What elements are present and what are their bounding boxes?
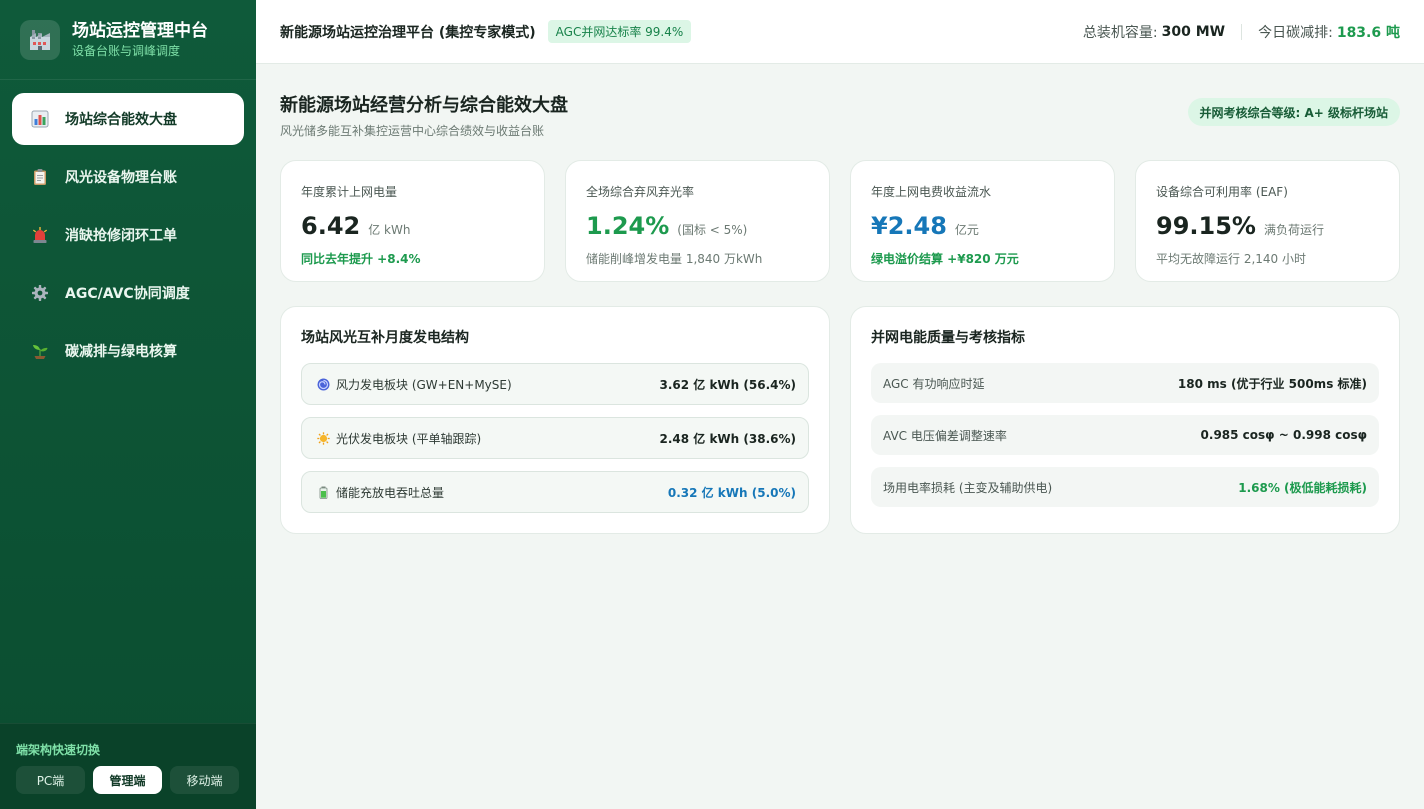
kpi-value: 99.15%: [1156, 212, 1256, 240]
kpi-footnote: 平均无故障运行 2,140 小时: [1156, 252, 1306, 266]
kpi-label: 年度累计上网电量: [301, 185, 398, 199]
seedling-icon: [30, 341, 50, 361]
sidebar-item-dashboard[interactable]: 场站综合能效大盘: [12, 93, 244, 145]
kpi-unit: 满负荷运行: [1263, 223, 1324, 237]
mix-value: 3.62 亿 kWh (56.4%): [659, 377, 796, 392]
sidebar: 场站运控管理中台 设备台账与调峰调度 场站综合能效大盘 风光设备物理台账 消缺抢…: [0, 0, 256, 809]
list-item: 储能充放电吞吐总量 0.32 亿 kWh (5.0%): [301, 471, 809, 513]
kpi-unit: 亿 kWh: [368, 223, 411, 237]
switcher-title: 端架构快速切换: [16, 743, 101, 757]
kpi-value: 6.42: [301, 212, 361, 240]
factory-icon: [20, 19, 60, 60]
wind-swirl-icon: [316, 377, 330, 391]
switch-pc-button[interactable]: PC端: [16, 766, 85, 794]
battery-icon: [316, 485, 330, 499]
sidebar-item-carbon[interactable]: 碳减排与绿电核算: [12, 325, 244, 377]
kpi-value: ¥2.48: [871, 212, 947, 240]
mix-value: 2.48 亿 kWh (38.6%): [659, 431, 796, 446]
switch-mobile-button[interactable]: 移动端: [170, 766, 239, 794]
sidebar-item-work-orders[interactable]: 消缺抢修闭环工单: [12, 209, 244, 261]
metric-value: 0.985 cosφ ~ 0.998 cosφ: [1200, 428, 1367, 442]
capacity-value: 300 MW: [1161, 23, 1226, 40]
mix-name: 风力发电板块 (GW+EN+MySE): [336, 377, 512, 392]
metric-value: 1.68% (极低能耗损耗): [1238, 480, 1367, 495]
grade-badge: 并网考核综合等级: A+ 级标杆场站: [1187, 98, 1400, 126]
metric-value: 180 ms (优于行业 500ms 标准): [1177, 376, 1367, 391]
kpi-unit: 亿元: [954, 223, 979, 237]
sidebar-item-label: AGC/AVC协同调度: [65, 286, 190, 302]
list-item: AGC 有功响应时延 180 ms (优于行业 500ms 标准): [871, 363, 1379, 403]
kpi-footnote: 绿电溢价结算 +¥820 万元: [871, 252, 1019, 266]
kpi-footnote: 同比去年提升 +8.4%: [301, 252, 421, 266]
metric-name: AGC 有功响应时延: [883, 376, 985, 391]
kpi-footnote: 储能削峰增发电量 1,840 万kWh: [586, 252, 763, 266]
sidebar-item-label: 风光设备物理台账: [65, 170, 177, 186]
mix-name: 光伏发电板块 (平单轴跟踪): [336, 431, 482, 446]
main-content: 新能源场站经营分析与综合能效大盘 风光储多能互补集控运营中心综合绩效与收益台账 …: [280, 64, 1400, 534]
metric-name: 场用电率损耗 (主变及辅助供电): [883, 480, 1053, 495]
list-item: AVC 电压偏差调整速率 0.985 cosφ ~ 0.998 cosφ: [871, 415, 1379, 455]
alarm-light-icon: [30, 225, 50, 245]
sun-icon: [316, 431, 330, 445]
platform-title: 新能源场站运控治理平台 (集控专家模式): [280, 24, 536, 41]
architecture-switcher: 端架构快速切换 PC端 管理端 移动端: [0, 723, 256, 809]
capacity-label: 总装机容量:: [1082, 24, 1158, 41]
mix-value: 0.32 亿 kWh (5.0%): [667, 485, 796, 500]
sidebar-item-label: 碳减排与绿电核算: [65, 344, 177, 360]
kpi-card: 设备综合可利用率 (EAF) 99.15% 满负荷运行 平均无故障运行 2,14…: [1135, 160, 1400, 282]
carbon-label: 今日碳减排:: [1258, 24, 1333, 41]
top-header: 新能源场站运控治理平台 (集控专家模式) AGC并网达标率 99.4% 总装机容…: [256, 0, 1424, 64]
page-subtitle: 风光储多能互补集控运营中心综合绩效与收益台账: [280, 124, 545, 138]
gear-icon: [30, 283, 50, 303]
list-item: 场用电率损耗 (主变及辅助供电) 1.68% (极低能耗损耗): [871, 467, 1379, 507]
kpi-value: 1.24%: [586, 212, 670, 240]
page-title: 新能源场站经营分析与综合能效大盘: [280, 95, 568, 116]
kpi-card: 年度上网电费收益流水 ¥2.48 亿元 绿电溢价结算 +¥820 万元: [850, 160, 1115, 282]
kpi-cards: 年度累计上网电量 6.42 亿 kWh 同比去年提升 +8.4% 全场综合弃风弃…: [280, 160, 1400, 282]
sidebar-item-ledger[interactable]: 风光设备物理台账: [12, 151, 244, 203]
brand-title: 场站运控管理中台: [72, 20, 208, 41]
agc-status-badge: AGC并网达标率 99.4%: [547, 20, 692, 43]
chart-icon: [30, 109, 50, 129]
panel-title: 场站风光互补月度发电结构: [301, 330, 469, 346]
kpi-card: 年度累计上网电量 6.42 亿 kWh 同比去年提升 +8.4%: [280, 160, 545, 282]
sidebar-item-label: 场站综合能效大盘: [65, 112, 177, 128]
grid-quality-panel: 并网电能质量与考核指标 AGC 有功响应时延 180 ms (优于行业 500m…: [850, 306, 1400, 534]
generation-mix-panel: 场站风光互补月度发电结构 风力发电板块 (GW+EN+MySE) 3.62 亿 …: [280, 306, 830, 534]
header-divider: [1241, 23, 1243, 40]
metric-name: AVC 电压偏差调整速率: [883, 428, 1007, 443]
list-item: 风力发电板块 (GW+EN+MySE) 3.62 亿 kWh (56.4%): [301, 363, 809, 405]
brand: 场站运控管理中台 设备台账与调峰调度: [0, 0, 256, 80]
sidebar-item-label: 消缺抢修闭环工单: [65, 228, 177, 244]
clipboard-icon: [30, 167, 50, 187]
sidebar-nav: 场站综合能效大盘 风光设备物理台账 消缺抢修闭环工单 AGC/AVC协同调度 碳…: [0, 80, 256, 377]
kpi-card: 全场综合弃风弃光率 1.24% (国标 < 5%) 储能削峰增发电量 1,840…: [565, 160, 830, 282]
list-item: 光伏发电板块 (平单轴跟踪) 2.48 亿 kWh (38.6%): [301, 417, 809, 459]
panel-title: 并网电能质量与考核指标: [871, 330, 1025, 346]
kpi-label: 年度上网电费收益流水: [871, 185, 992, 199]
mix-name: 储能充放电吞吐总量: [336, 485, 445, 500]
kpi-label: 全场综合弃风弃光率: [586, 185, 695, 199]
kpi-label: 设备综合可利用率 (EAF): [1156, 185, 1288, 199]
switch-admin-button[interactable]: 管理端: [93, 766, 162, 794]
carbon-value: 183.6 吨: [1336, 24, 1400, 41]
kpi-unit: (国标 < 5%): [677, 223, 748, 237]
brand-subtitle: 设备台账与调峰调度: [72, 43, 181, 58]
sidebar-item-agc-avc[interactable]: AGC/AVC协同调度: [12, 267, 244, 319]
